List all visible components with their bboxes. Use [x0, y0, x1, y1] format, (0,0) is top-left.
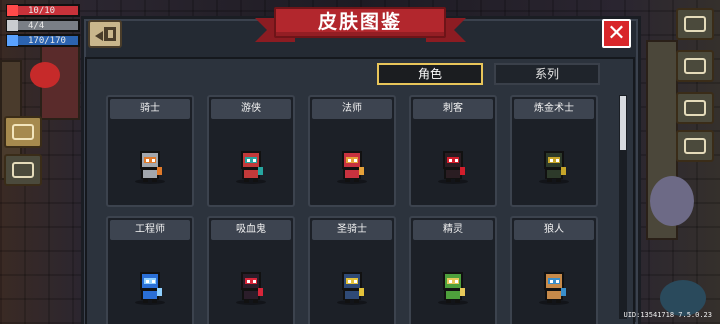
refresh-icon [12, 162, 34, 178]
werewolf-sprite [544, 272, 566, 303]
character-name: 炼金术士 [514, 99, 594, 119]
pause-button[interactable] [676, 8, 714, 40]
ranger-sprite [241, 151, 263, 182]
elf-sprite [443, 272, 465, 303]
character-card[interactable]: 法师 [308, 95, 396, 207]
inventory-button[interactable] [676, 130, 714, 162]
shop-button[interactable] [676, 50, 714, 82]
wizard-sprite [342, 151, 364, 182]
character-card[interactable]: 精灵 [409, 216, 497, 324]
alchemist-sprite [544, 151, 566, 182]
character-name: 狼人 [514, 220, 594, 240]
profile-button[interactable] [676, 92, 714, 124]
hp-value: 10/10 [28, 6, 56, 16]
map-button[interactable] [4, 116, 42, 148]
exit-door-icon [104, 27, 116, 41]
vampire-sprite [241, 272, 263, 303]
character-card[interactable]: 圣骑士 [308, 216, 396, 324]
bag-icon [684, 138, 706, 154]
tab-series[interactable]: 系列 [494, 63, 600, 85]
page-title: 皮肤图鉴 [317, 11, 402, 33]
knight-sprite [140, 151, 162, 182]
character-card[interactable]: 工程师 [106, 216, 194, 324]
back-arrow-icon [95, 31, 103, 41]
armor-value: 4/4 [28, 21, 45, 31]
engineer-sprite [140, 272, 162, 303]
character-name: 游侠 [211, 99, 291, 119]
close-icon: ✕ [607, 21, 626, 46]
close-button[interactable]: ✕ [602, 19, 631, 48]
character-card[interactable]: 炼金术士 [510, 95, 598, 207]
back-button[interactable] [88, 20, 122, 48]
character-name: 骑士 [110, 99, 190, 119]
character-name: 法师 [312, 99, 392, 119]
title-ribbon: 皮肤图鉴 [274, 7, 446, 38]
character-card[interactable]: 吸血鬼 [207, 216, 295, 324]
character-name: 圣骑士 [312, 220, 392, 240]
character-name: 工程师 [110, 220, 190, 240]
scrollbar-thumb[interactable] [620, 96, 626, 150]
refresh-button[interactable] [4, 154, 42, 186]
scene-npc [650, 176, 694, 226]
character-card[interactable]: 刺客 [409, 95, 497, 207]
character-name: 吸血鬼 [211, 220, 291, 240]
tab-characters[interactable]: 角色 [377, 63, 483, 85]
character-name: 精灵 [413, 220, 493, 240]
energy-bar: 170/170 [6, 34, 80, 47]
character-card[interactable]: 骑士 [106, 95, 194, 207]
person-icon [684, 100, 706, 116]
character-card[interactable]: 狼人 [510, 216, 598, 324]
character-name: 刺客 [413, 99, 493, 119]
hp-bar: 10/10 [6, 4, 80, 17]
character-card[interactable]: 游侠 [207, 95, 295, 207]
assassin-sprite [443, 151, 465, 182]
uid-label: UID:13541718 7.5.0.23 [623, 311, 712, 319]
location-icon [12, 124, 34, 140]
pause-icon [684, 16, 706, 32]
scene-chest [30, 62, 60, 88]
energy-value: 170/170 [28, 36, 66, 46]
armor-bar: 4/4 [6, 19, 80, 32]
cart-icon [684, 58, 706, 74]
paladin-sprite [342, 272, 364, 303]
